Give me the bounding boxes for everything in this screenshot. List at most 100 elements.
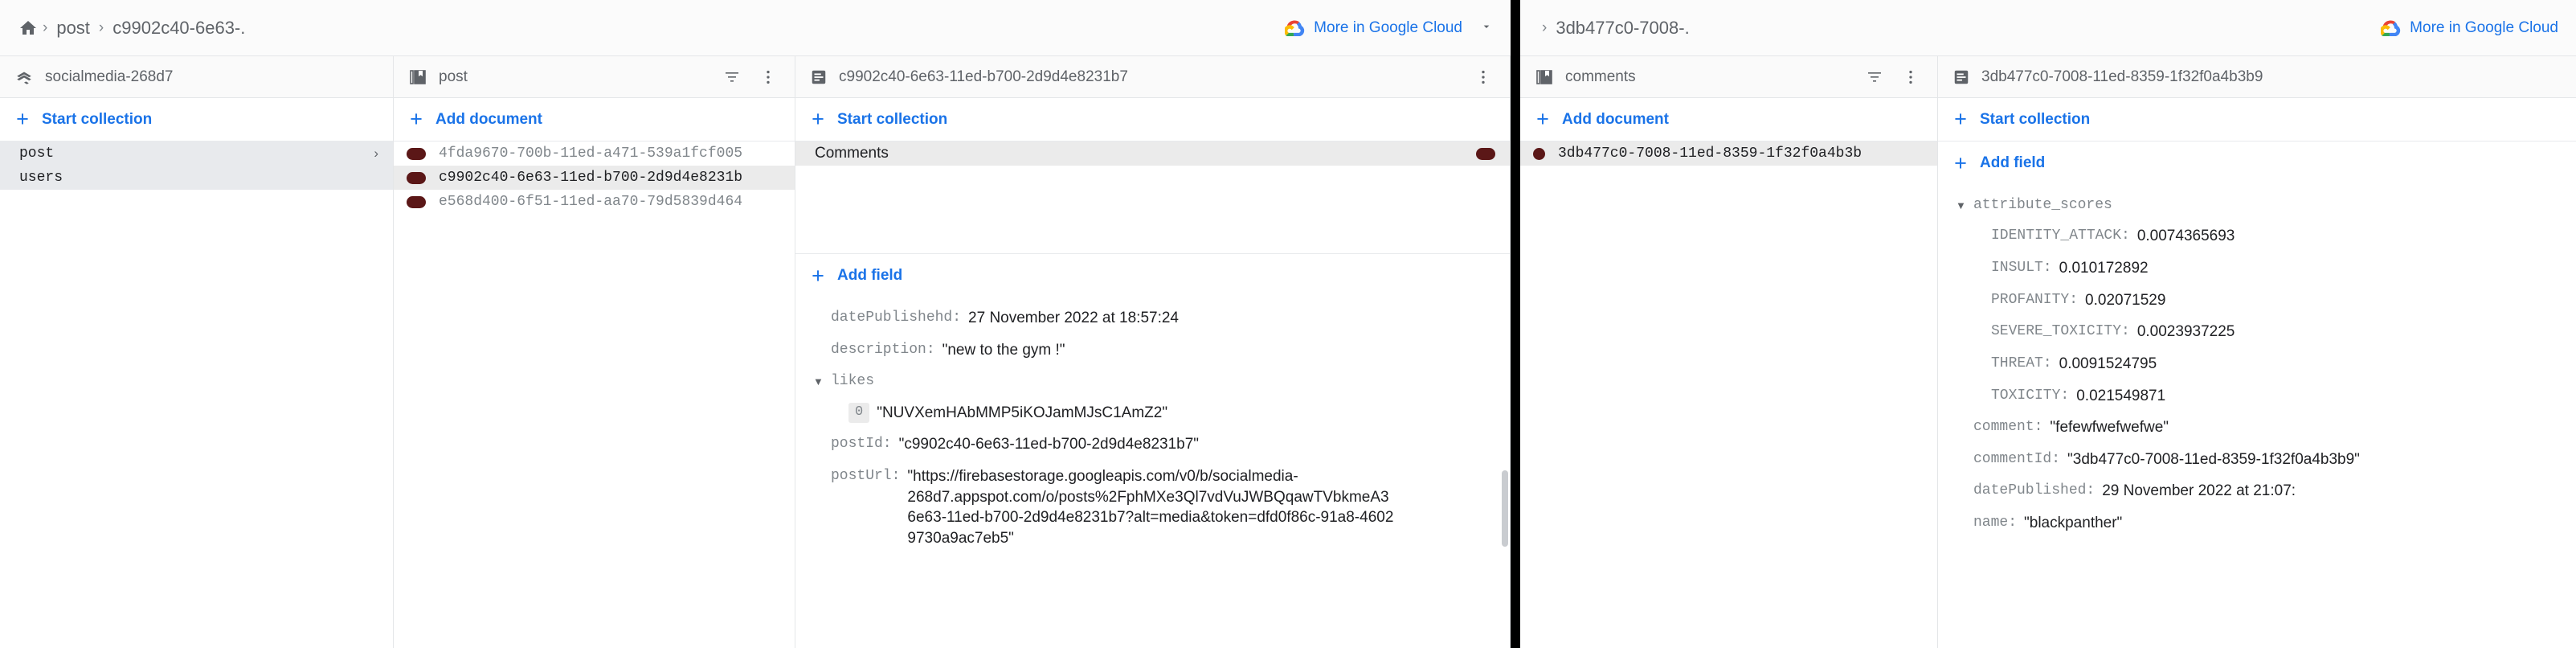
filter-icon[interactable] bbox=[1862, 68, 1887, 87]
filter-icon[interactable] bbox=[719, 68, 745, 87]
field-row[interactable]: name: "blackpanther" bbox=[1938, 507, 2576, 539]
plus-icon: + bbox=[1954, 150, 1967, 175]
document-id: 3db477c0-7008-11ed-8359-1f32f0a4b3b bbox=[1558, 146, 1862, 162]
field-key: IDENTITY_ATTACK: bbox=[1991, 228, 2130, 244]
start-collection-button[interactable]: + Start collection bbox=[0, 98, 393, 141]
field-row[interactable]: SEVERE_TOXICITY: 0.0023937225 bbox=[1938, 316, 2576, 348]
collection-column-post: post + Add document 4fda9670-700b-11ed-a… bbox=[394, 56, 795, 648]
add-field-button[interactable]: + Add field bbox=[795, 254, 1510, 297]
field-value: 0.0091524795 bbox=[2059, 355, 2157, 372]
document-list: 3db477c0-7008-11ed-8359-1f32f0a4b3b bbox=[1520, 141, 1937, 648]
document-id: 4fda9670-700b-11ed-a471-539a1fcf005 bbox=[439, 146, 743, 162]
collection-name: comments bbox=[1565, 68, 1636, 85]
document-list-item[interactable]: e568d400-6f51-11ed-aa70-79d5839d464 bbox=[394, 190, 795, 214]
field-key: postUrl: bbox=[831, 467, 901, 484]
document-dot-icon bbox=[407, 171, 426, 184]
google-cloud-icon bbox=[1285, 19, 1306, 36]
more-in-google-cloud-link[interactable]: More in Google Cloud bbox=[1285, 0, 1493, 55]
google-cloud-icon bbox=[2381, 19, 2402, 36]
collection-name: post bbox=[439, 68, 468, 85]
document-column: c9902c40-6e63-11ed-b700-2d9d4e8231b7 + S… bbox=[795, 56, 1511, 648]
document-list: 4fda9670-700b-11ed-a471-539a1fcf005 c990… bbox=[394, 141, 795, 648]
field-row[interactable]: IDENTITY_ATTACK: 0.0074365693 bbox=[1938, 220, 2576, 252]
field-row[interactable]: comment: "fefewfwefwefwe" bbox=[1938, 412, 2576, 444]
add-field-button[interactable]: + Add field bbox=[1938, 141, 2576, 185]
document-list-item[interactable]: 4fda9670-700b-11ed-a471-539a1fcf005 bbox=[394, 141, 795, 166]
document-column: 3db477c0-7008-11ed-8359-1f32f0a4b3b9 + S… bbox=[1938, 56, 2576, 648]
right-browser-window: › 3db477c0-7008-. More in Google Cloud c… bbox=[1520, 0, 2576, 648]
field-key: datePublishehd: bbox=[831, 310, 962, 326]
add-document-button[interactable]: + Add document bbox=[394, 98, 795, 141]
field-value: 29 November 2022 at 21:07: bbox=[2102, 482, 2296, 500]
field-row[interactable]: commentId: "3db477c0-7008-11ed-8359-1f32… bbox=[1938, 444, 2576, 476]
caret-down-icon[interactable]: ▼ bbox=[1956, 195, 1973, 214]
field-row[interactable]: datePublished: 29 November 2022 at 21:07… bbox=[1938, 475, 2576, 507]
field-row[interactable]: INSULT: 0.010172892 bbox=[1938, 252, 2576, 285]
field-key: commentId: bbox=[1973, 450, 2061, 467]
document-list-item[interactable]: 3db477c0-7008-11ed-8359-1f32f0a4b3b bbox=[1520, 141, 1937, 166]
document-list-item[interactable]: c9902c40-6e63-11ed-b700-2d9d4e8231b bbox=[394, 166, 795, 190]
add-document-button[interactable]: + Add document bbox=[1520, 98, 1937, 141]
plus-icon: + bbox=[1536, 107, 1549, 131]
more-vert-icon[interactable] bbox=[756, 68, 780, 86]
document-icon bbox=[1952, 68, 1970, 86]
field-key: THREAT: bbox=[1991, 355, 2052, 371]
field-value: "NUVXemHAbMMP5iKOJamMJsC1AmZ2" bbox=[877, 404, 1168, 421]
field-row[interactable]: description: "new to the gym !" bbox=[795, 334, 1510, 367]
database-column: socialmedia-268d7 + Start collection pos… bbox=[0, 56, 394, 648]
collection-item-users[interactable]: users bbox=[0, 166, 393, 190]
chevron-down-icon[interactable] bbox=[1480, 20, 1493, 36]
field-row[interactable]: PROFANITY: 0.02071529 bbox=[1938, 285, 2576, 317]
array-index-chip: 0 bbox=[848, 402, 870, 423]
add-document-label: Add document bbox=[1562, 110, 1669, 128]
subcollection-item-comments[interactable]: Comments bbox=[795, 141, 1510, 166]
add-document-label: Add document bbox=[435, 110, 542, 128]
database-header: socialmedia-268d7 bbox=[0, 56, 393, 98]
breadcrumb: › 3db477c0-7008-. bbox=[1538, 18, 1695, 39]
field-row[interactable]: postId: "c9902c40-6e63-11ed-b700-2d9d4e8… bbox=[795, 429, 1510, 461]
field-row-post-url[interactable]: postUrl: "https://firebasestorage.google… bbox=[795, 461, 1510, 555]
window-divider bbox=[1511, 0, 1520, 648]
field-value: 0.010172892 bbox=[2059, 259, 2149, 277]
field-row-array-likes[interactable]: ▼ likes bbox=[795, 366, 1510, 396]
more-vert-icon[interactable] bbox=[1899, 68, 1923, 86]
breadcrumb-item-document[interactable]: 3db477c0-7008-. bbox=[1551, 18, 1694, 39]
post-url-line: 9730a9ac7eb5" bbox=[907, 529, 1014, 547]
breadcrumb-item-post[interactable]: post bbox=[51, 18, 95, 39]
field-row[interactable]: datePublishehd: 27 November 2022 at 18:5… bbox=[795, 302, 1510, 334]
field-row-map-attribute-scores[interactable]: ▼ attribute_scores bbox=[1938, 190, 2576, 220]
breadcrumb-separator-1: › bbox=[1542, 19, 1548, 36]
database-name: socialmedia-268d7 bbox=[45, 68, 174, 85]
add-field-label: Add field bbox=[837, 267, 903, 284]
field-value: 0.0023937225 bbox=[2136, 323, 2235, 341]
firestore-database-icon bbox=[14, 68, 34, 87]
collection-list: post › users bbox=[0, 141, 393, 648]
field-value: "new to the gym !" bbox=[942, 341, 1065, 359]
field-row[interactable]: THREAT: 0.0091524795 bbox=[1938, 348, 2576, 380]
start-collection-button[interactable]: + Start collection bbox=[795, 98, 1510, 141]
field-key: PROFANITY: bbox=[1991, 291, 2079, 308]
home-icon[interactable] bbox=[18, 18, 39, 39]
collection-item-post[interactable]: post › bbox=[0, 141, 393, 166]
add-field-label: Add field bbox=[1980, 154, 2046, 171]
vertical-scrollbar[interactable] bbox=[1502, 470, 1508, 547]
field-value: 0.0074365693 bbox=[2136, 228, 2235, 245]
document-dot-icon bbox=[1476, 147, 1495, 160]
plus-icon: + bbox=[410, 107, 423, 131]
post-url-line: "https://firebasestorage.googleapis.com/… bbox=[907, 467, 1298, 485]
collection-column-comments: comments + Add document 3db477c0-7008-11… bbox=[1520, 56, 1938, 648]
subcollection-label: Comments bbox=[815, 145, 889, 162]
plus-icon: + bbox=[16, 107, 29, 131]
more-in-google-cloud-link[interactable]: More in Google Cloud bbox=[2381, 0, 2558, 55]
document-id: e568d400-6f51-11ed-aa70-79d5839d464 bbox=[439, 194, 743, 210]
array-item-row[interactable]: 0 "NUVXemHAbMMP5iKOJamMJsC1AmZ2" bbox=[795, 397, 1510, 429]
field-value: "fefewfwefwefwe" bbox=[2050, 419, 2169, 437]
breadcrumb-item-document[interactable]: c9902c40-6e63-. bbox=[108, 18, 250, 39]
start-collection-button[interactable]: + Start collection bbox=[1938, 98, 2576, 141]
more-vert-icon[interactable] bbox=[1471, 68, 1495, 86]
subcollection-empty-area bbox=[795, 166, 1510, 254]
document-header: c9902c40-6e63-11ed-b700-2d9d4e8231b7 bbox=[795, 56, 1510, 98]
caret-down-icon[interactable]: ▼ bbox=[813, 371, 831, 390]
field-row[interactable]: TOXICITY: 0.021549871 bbox=[1938, 380, 2576, 412]
post-url-line: 268d7.appspot.com/o/posts%2FphMXe3Ql7vdV… bbox=[907, 488, 1389, 506]
